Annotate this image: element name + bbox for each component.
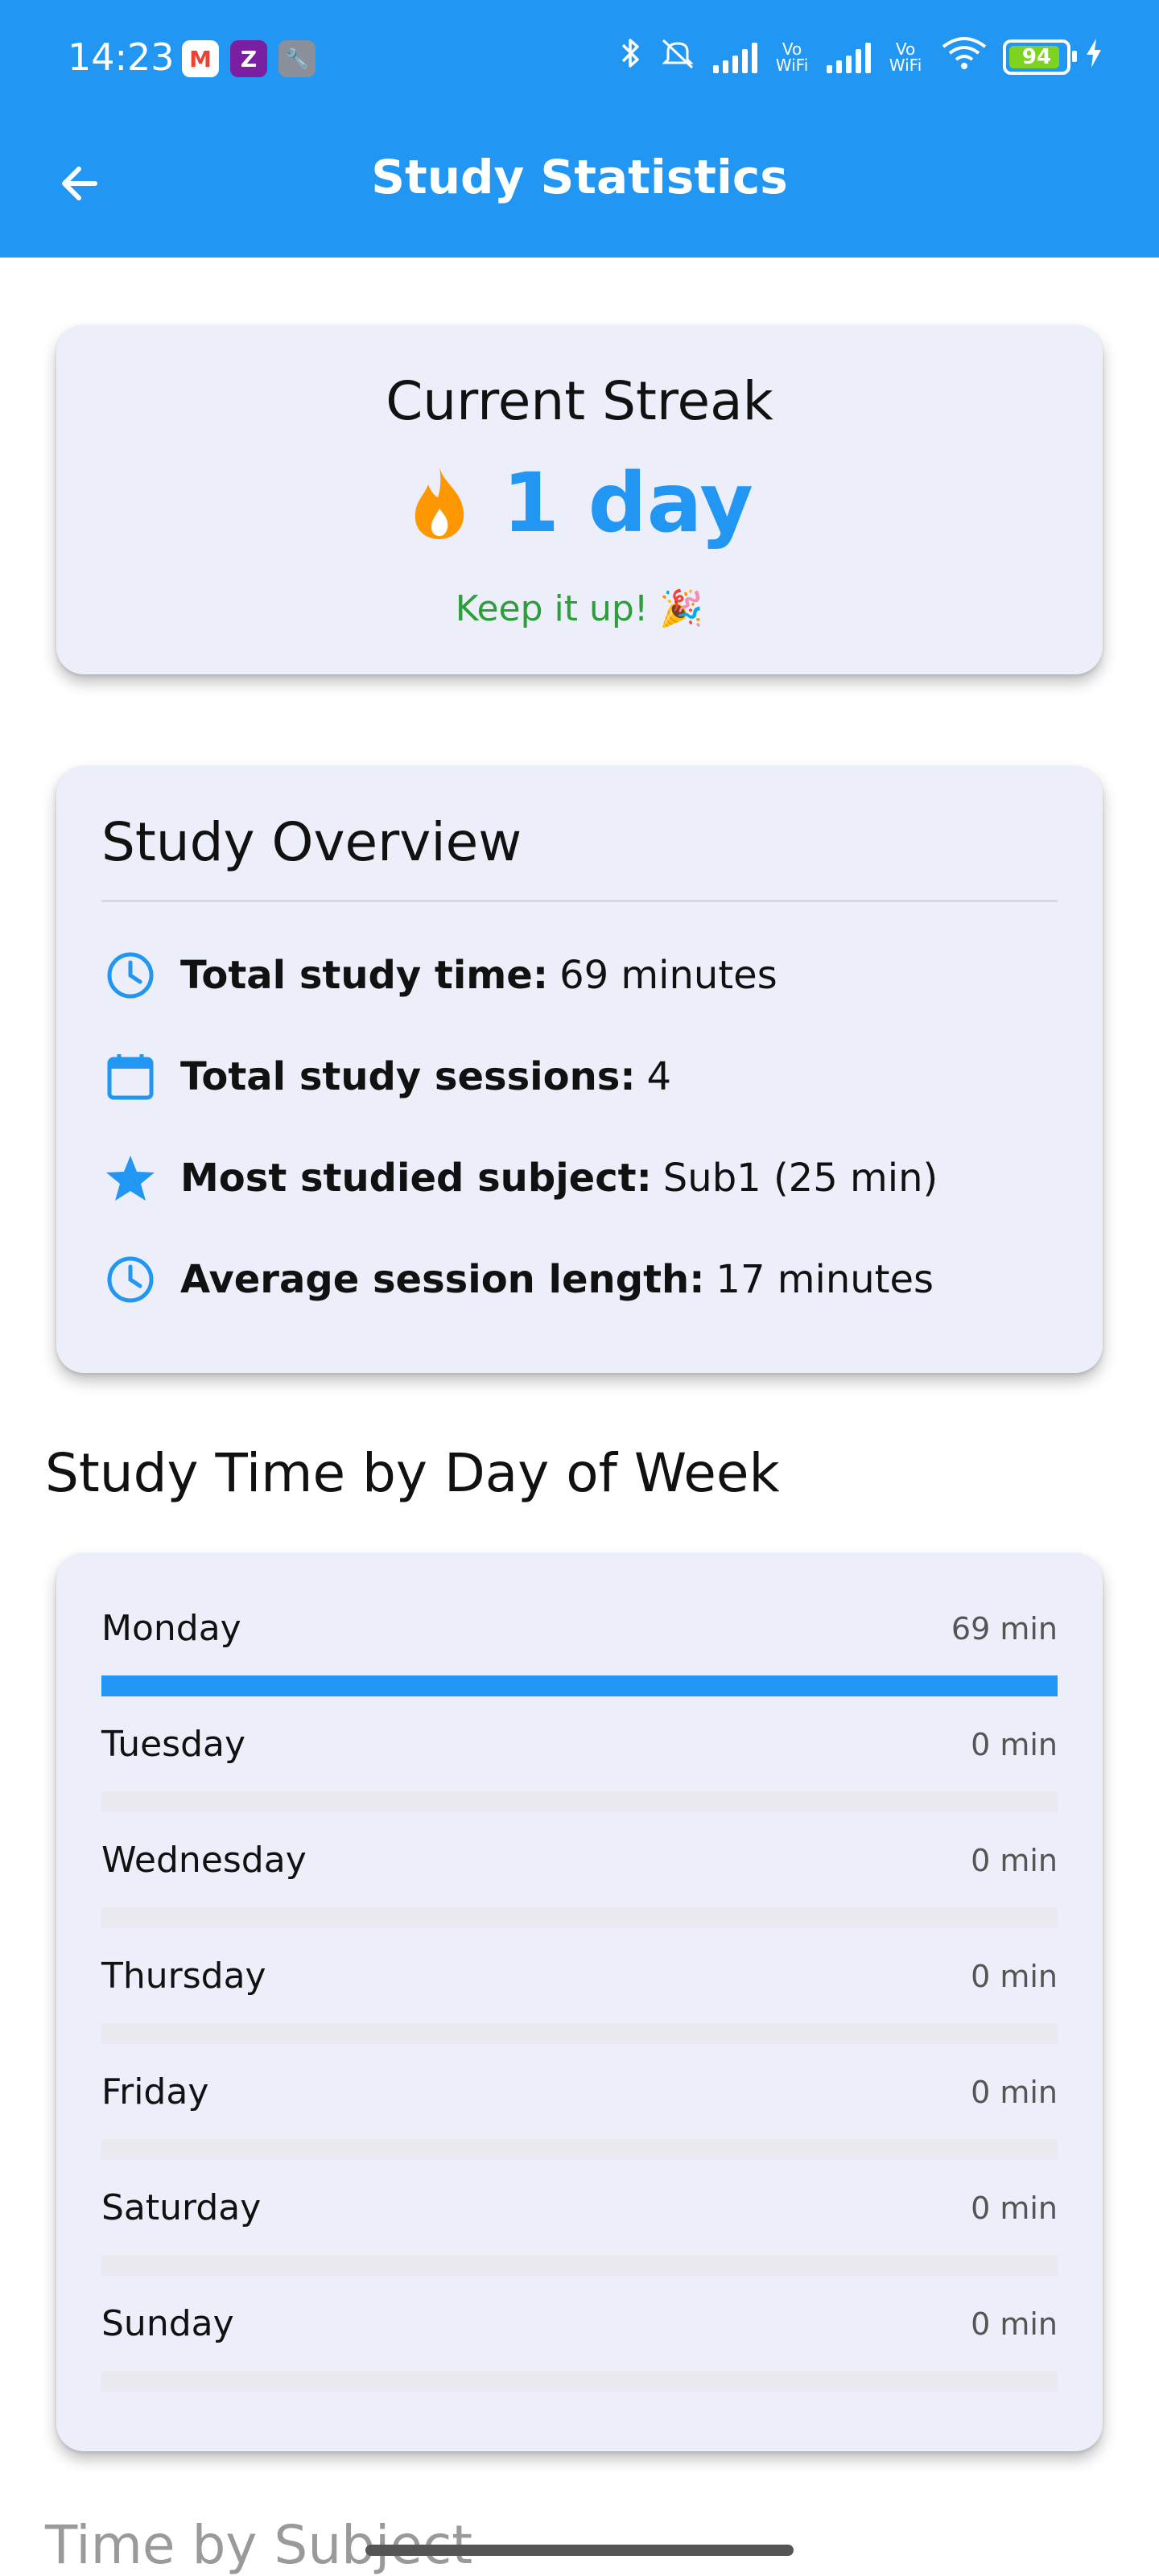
progress-track: [101, 2371, 1058, 2392]
overview-label: Total study time:: [180, 953, 549, 998]
overview-label: Most studied subject:: [180, 1156, 652, 1201]
day-name: Sunday: [101, 2303, 234, 2344]
day-row-tuesday: Tuesday 0 min: [101, 1724, 1058, 1812]
overview-label: Total study sessions:: [180, 1054, 636, 1099]
streak-note: Keep it up! 🎉: [455, 588, 704, 629]
day-name: Monday: [101, 1608, 241, 1649]
progress-track: [101, 1675, 1058, 1696]
day-name: Saturday: [101, 2187, 262, 2228]
progress-bar: [101, 1675, 1058, 1696]
calendar-icon: [101, 1048, 159, 1106]
mute-icon: [657, 35, 699, 78]
charging-icon: [1085, 37, 1103, 76]
progress-track: [101, 2255, 1058, 2276]
day-minutes: 0 min: [971, 2306, 1058, 2342]
app-bar: Study Statistics: [0, 121, 1159, 258]
streak-value: 1 day: [56, 455, 1103, 551]
overview-row-most-studied: Most studied subject: Sub1 (25 min): [101, 1146, 1058, 1210]
progress-track: [101, 1791, 1058, 1812]
status-bar: 14:23 M Z 🔧 Vo WiFi Vo WiFi 94: [0, 0, 1159, 121]
signal-icon: [713, 41, 757, 73]
day-minutes: 0 min: [971, 1843, 1058, 1878]
overview-row-total-time: Total study time: 69 minutes: [101, 943, 1058, 1008]
vowifi-label: Vo WiFi: [775, 39, 809, 75]
day-row-friday: Friday 0 min: [101, 2071, 1058, 2160]
day-row-thursday: Thursday 0 min: [101, 1956, 1058, 2044]
overview-row-average-length: Average session length: 17 minutes: [101, 1247, 1058, 1312]
day-row-monday: Monday 69 min: [101, 1608, 1058, 1696]
day-row-sunday: Sunday 0 min: [101, 2303, 1058, 2392]
star-icon: [101, 1149, 159, 1207]
bluetooth-icon: [618, 35, 642, 78]
progress-track: [101, 1907, 1058, 1928]
page-title: Study Statistics: [371, 150, 788, 204]
clock-icon: [101, 1251, 159, 1309]
weekly-card: Monday 69 min Tuesday 0 min Wednesday 0 …: [56, 1553, 1103, 2451]
day-row-saturday: Saturday 0 min: [101, 2187, 1058, 2276]
progress-track: [101, 2139, 1058, 2160]
streak-card: Current Streak 1 day Keep it up! 🎉: [56, 325, 1103, 674]
day-minutes: 0 min: [971, 2075, 1058, 2110]
overview-value: 69 minutes: [559, 953, 777, 998]
vowifi-label: Vo WiFi: [889, 39, 922, 75]
overview-label: Average session length:: [180, 1257, 705, 1302]
day-minutes: 0 min: [971, 1727, 1058, 1762]
clock-icon: [101, 946, 159, 1004]
home-indicator[interactable]: [365, 2545, 794, 2556]
day-name: Tuesday: [101, 1724, 246, 1765]
wifi-icon: [940, 35, 988, 78]
streak-count: 1 day: [502, 455, 753, 551]
status-time: 14:23: [68, 35, 175, 79]
overview-title: Study Overview: [101, 811, 522, 873]
day-name: Wednesday: [101, 1840, 307, 1881]
system-icons: Vo WiFi Vo WiFi 94: [618, 35, 1103, 78]
gmail-icon: M: [182, 40, 219, 77]
day-name: Friday: [101, 2071, 209, 2112]
overview-value: 4: [646, 1054, 672, 1099]
day-name: Thursday: [101, 1956, 266, 1997]
progress-track: [101, 2023, 1058, 2044]
day-minutes: 69 min: [951, 1611, 1058, 1647]
overview-card: Study Overview Total study time: 69 minu…: [56, 766, 1103, 1373]
overview-value: Sub1 (25 min): [662, 1156, 938, 1201]
flame-icon: [406, 464, 473, 544]
day-row-wednesday: Wednesday 0 min: [101, 1840, 1058, 1928]
day-minutes: 0 min: [971, 2191, 1058, 2226]
weekly-section-title: Study Time by Day of Week: [45, 1442, 780, 1504]
zee-icon: Z: [230, 40, 267, 77]
notification-icons: M Z 🔧: [182, 40, 316, 77]
overview-row-sessions: Total study sessions: 4: [101, 1045, 1058, 1109]
day-minutes: 0 min: [971, 1959, 1058, 1994]
divider: [101, 900, 1058, 902]
streak-title: Current Streak: [386, 370, 773, 432]
overview-value: 17 minutes: [716, 1257, 934, 1302]
signal-icon: [827, 41, 871, 73]
wrench-icon: 🔧: [278, 40, 316, 77]
battery-icon: 94: [1003, 39, 1077, 75]
